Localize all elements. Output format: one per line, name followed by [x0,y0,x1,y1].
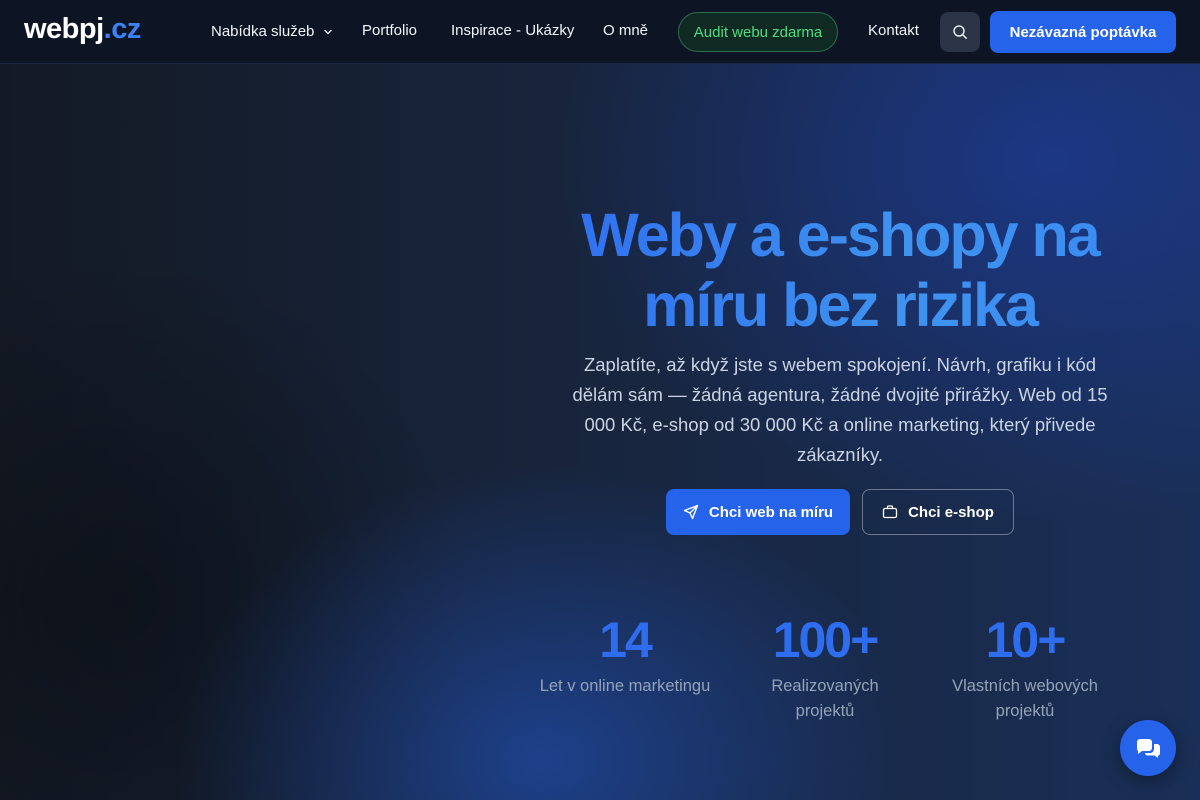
hero-title: Weby a e-shopy na míru bez rizika [540,200,1140,340]
briefcase-icon [882,505,898,519]
stat-projects-value: 100+ [772,612,880,668]
search-icon [953,25,967,39]
chevron-down-icon [324,29,333,34]
logo-main: webpj [24,13,104,45]
stat-own-projects-value: 10+ [985,612,1067,668]
custom-web-button[interactable]: Chci web na míru [666,489,850,535]
eshop-button[interactable]: Chci e-shop [862,489,1014,535]
audit-button[interactable]: Audit webu zdarma [678,12,838,52]
nav-inspiration[interactable]: Inspirace - Ukázky [451,22,574,39]
stat-years-value: 14 [599,612,653,668]
chat-icon [1137,739,1160,758]
stat-projects-label: Realizovaných projektů [771,677,879,720]
site-logo[interactable]: webpj.cz [24,13,141,46]
stat-own-projects: 10+ Vlastních webových projektů [925,612,1125,724]
stat-projects: 100+ Realizovaných projektů [725,612,925,724]
site-header: webpj.cz Nabídka služeb Portfolio Inspir… [0,0,1200,64]
nav-portfolio[interactable]: Portfolio [362,22,417,39]
hero-title-line-2: míru bez rizika [643,271,1037,339]
chat-button[interactable] [1120,720,1176,776]
hero-title-line-1: Weby a e-shopy na [581,201,1099,269]
nav-services-label: Nabídka služeb [211,23,315,40]
nav-services-dropdown[interactable]: Nabídka služeb [211,23,334,40]
search-button[interactable] [940,12,980,52]
nav-contact[interactable]: Kontakt [868,22,919,39]
send-icon [683,504,699,520]
custom-web-button-label: Chci web na míru [708,503,834,521]
inquiry-button[interactable]: Nezávazná poptávka [990,11,1176,53]
hero-subtitle: Zaplatíte, až když jste s webem spokojen… [572,354,1108,465]
stat-own-projects-label: Vlastních webových projektů [952,677,1098,720]
nav-about[interactable]: O mně [603,22,648,39]
stat-years: 14 Let v online marketingu [525,612,725,699]
logo-accent: .cz [103,13,142,45]
eshop-button-label: Chci e-shop [908,503,994,521]
stat-years-label: Let v online marketingu [539,677,711,695]
